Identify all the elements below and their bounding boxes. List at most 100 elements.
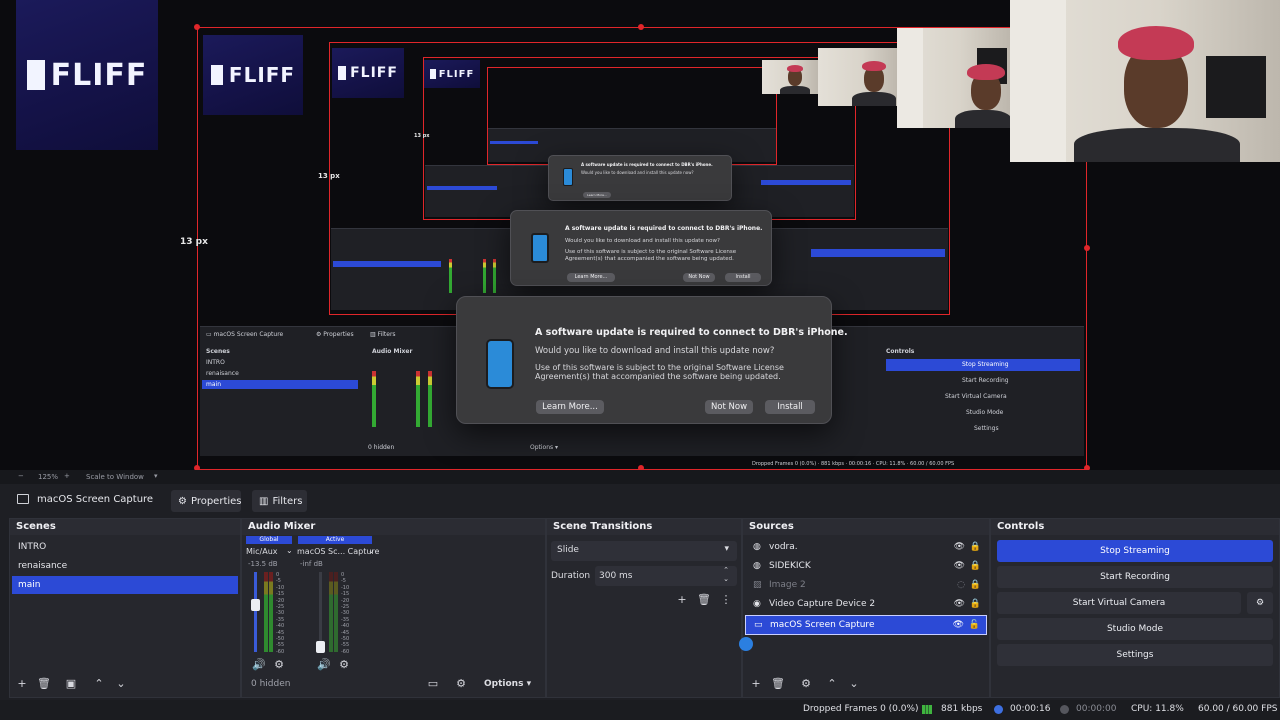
filter-icon: ▥ [259,495,269,507]
lock-icon[interactable]: 🔓 [969,616,980,634]
add-icon[interactable]: + [15,677,29,691]
zoom-in-icon[interactable]: + [64,472,70,480]
layout-icon[interactable]: ▭ [426,677,440,691]
audio-settings-icon[interactable]: ⚙ [337,658,351,672]
options-button[interactable]: Options ▾ [484,679,531,689]
source-item[interactable]: ◍ SIDEKICK 👁 🔒 [745,557,987,575]
gear-icon: ⚙ [178,495,187,507]
move-down-icon[interactable]: ⌄ [114,677,128,691]
status-bar: Dropped Frames 0 (0.0%) 881 kbps 00:00:1… [0,700,1280,720]
eye-icon[interactable]: 👁 [953,616,964,634]
dialog-license-line: Agreement(s) that accompanied the softwa… [535,372,781,381]
more-icon[interactable]: ⋮ [719,593,733,607]
virtual-camera-settings-button[interactable]: ⚙ [1247,592,1273,614]
spacing-label: 13 px [414,133,430,139]
volume-slider-handle[interactable] [316,641,325,653]
speaker-icon[interactable]: 🔊 [252,658,266,672]
scene-item-intro[interactable]: INTRO [12,538,238,556]
install-button[interactable]: Install [765,400,815,414]
gear-icon[interactable]: ⚙ [799,677,813,691]
webcam-feed-medium [897,28,1010,128]
audio-settings-icon[interactable]: ⚙ [272,658,286,672]
not-now-button[interactable]: Not Now [705,400,753,414]
studio-mode-button[interactable]: Studio Mode [997,618,1273,640]
volume-meter [334,572,338,652]
filters-button[interactable]: ▥ Filters [252,490,307,512]
update-dialog-nested: A software update is required to connect… [510,210,772,286]
fps: 60.00 / 60.00 FPS [1198,704,1278,714]
globe-icon: ◍ [753,542,761,552]
source-item[interactable]: ▨ Image 2 ◌ 🔒 [745,576,987,594]
duration-label: Duration [551,571,591,581]
trash-icon[interactable]: 🗑 [37,677,51,691]
camera-icon: ◉ [753,599,761,609]
settings-button[interactable]: Settings [997,644,1273,666]
volume-meter [269,572,273,652]
image-icon: ▨ [753,580,762,590]
channel-db: -13.5 dB [248,560,278,568]
lock-icon[interactable]: 🔒 [970,576,981,594]
cpu-usage: CPU: 11.8% [1131,704,1184,714]
trash-icon[interactable]: 🗑 [697,593,711,607]
eye-icon[interactable]: 👁 [954,538,965,556]
tab-global[interactable]: Global [246,536,292,544]
stream-status-icon [994,705,1003,714]
scenes-title: Scenes [10,519,240,535]
hidden-count: 0 hidden [251,679,291,689]
source-item-selected[interactable]: ▭ macOS Screen Capture 👁 🔓 [745,615,987,635]
lock-icon[interactable]: 🔒 [970,538,981,556]
filter-icon[interactable]: ▣ [64,677,78,691]
update-dialog: A software update is required to connect… [456,296,848,424]
audio-mixer-panel: Audio Mixer Global Active Mic/Aux ⌄ -13.… [241,518,546,698]
eye-icon[interactable]: 👁 [954,557,965,575]
preview-canvas[interactable]: FLIFF FLIFF FLIFF FLIFF ▭ macOS Screen C… [0,0,1280,470]
trash-icon[interactable]: 🗑 [771,677,785,691]
zoom-out-icon[interactable]: − [18,472,24,480]
dialog-title: A software update is required to connect… [535,327,848,338]
eye-icon[interactable]: 👁 [954,595,965,613]
properties-button[interactable]: ⚙ Properties [171,490,242,512]
move-up-icon[interactable]: ⌃ [825,677,839,691]
source-item[interactable]: ◍ vodra. 👁 🔒 [745,538,987,556]
resize-handle[interactable] [638,24,644,30]
resize-handle[interactable] [194,24,200,30]
chevron-down-icon[interactable]: ⌄ [368,546,375,555]
fliff-logo-nested: FLIFF [203,35,303,115]
webcam-feed-small [762,60,818,94]
resize-handle[interactable] [1084,245,1090,251]
volume-meter [264,572,268,652]
volume-slider[interactable] [319,572,322,652]
record-time: 00:00:00 [1076,704,1117,714]
chevron-down-icon[interactable]: ⌄ [286,546,293,555]
stop-streaming-button[interactable]: Stop Streaming [997,540,1273,562]
webcam-feed-small [818,48,898,106]
monitor-icon [17,494,29,504]
scale-mode-select[interactable]: Scale to Window [86,473,144,481]
signal-icon [922,705,932,714]
transition-select[interactable]: Slide ▾ [551,541,737,561]
source-item[interactable]: ◉ Video Capture Device 2 👁 🔒 [745,595,987,613]
duration-input[interactable]: 300 ms ⌃ ⌄ [595,566,737,586]
scene-item-renaisance[interactable]: renaisance [12,557,238,575]
advanced-audio-icon[interactable]: ⚙ [454,677,468,691]
learn-more-button[interactable]: Learn More... [536,400,604,414]
move-up-icon[interactable]: ⌃ [92,677,106,691]
volume-meter [329,572,333,652]
volume-slider[interactable] [254,572,257,652]
eye-hidden-icon[interactable]: ◌ [957,576,965,594]
speaker-icon[interactable]: 🔊 [317,658,331,672]
volume-slider-handle[interactable] [251,599,260,611]
chevron-down-icon: ▾ [526,679,532,689]
start-virtual-camera-button[interactable]: Start Virtual Camera [997,592,1241,614]
move-down-icon[interactable]: ⌄ [847,677,861,691]
scene-item-main[interactable]: main [12,576,238,594]
add-icon[interactable]: + [749,677,763,691]
start-recording-button[interactable]: Start Recording [997,566,1273,588]
tab-active[interactable]: Active [298,536,372,544]
globe-icon: ◍ [753,561,761,571]
lock-icon[interactable]: 🔒 [970,557,981,575]
chevron-down-icon: ▾ [724,544,729,554]
lock-icon[interactable]: 🔒 [970,595,981,613]
scene-transitions-panel: Scene Transitions Slide ▾ Duration 300 m… [546,518,742,698]
add-icon[interactable]: + [675,593,689,607]
